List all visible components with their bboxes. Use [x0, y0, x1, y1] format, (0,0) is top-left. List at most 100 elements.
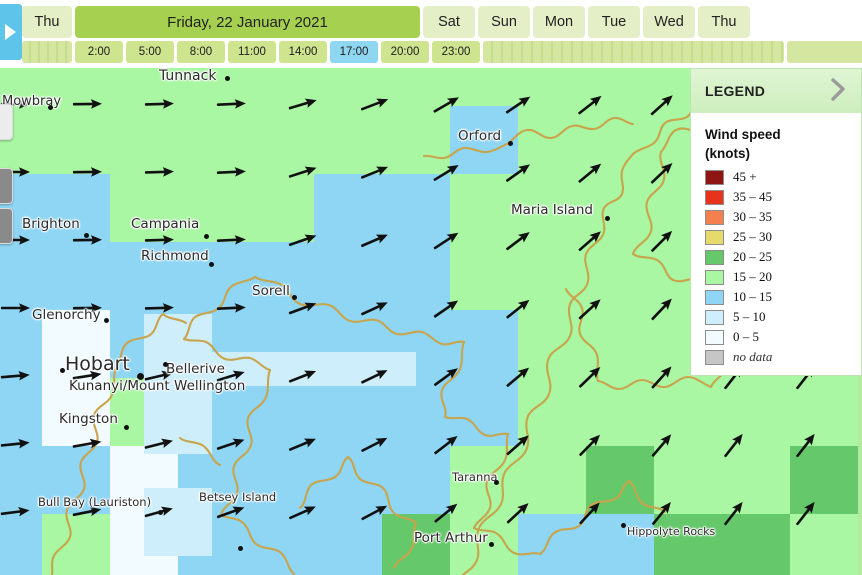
legend-label-4: 20 – 25 [733, 249, 772, 264]
place-dot [605, 216, 610, 221]
hour-ticks: 2:00 5:00 8:00 11:00 14:00 17:00 20:00 2… [22, 41, 862, 63]
legend-label-6: 10 – 15 [733, 289, 772, 304]
timeline-bar: Thu Friday, 22 January 2021 Sat Sun Mon … [0, 0, 862, 68]
chevron-right-icon[interactable] [825, 74, 851, 109]
grid-cell [586, 310, 654, 378]
legend-title: LEGEND [705, 83, 766, 99]
grid-cell [722, 514, 790, 575]
hour-tick-group-tail[interactable] [787, 41, 862, 63]
chevron-right-icon [1, 21, 19, 43]
place-dot [104, 318, 109, 323]
place-dot [209, 262, 214, 267]
legend-swatch-0 [705, 169, 724, 185]
grid-cell [450, 446, 518, 514]
grid-cell [314, 174, 382, 242]
grid-cell [246, 446, 314, 514]
legend-label-2: 30 – 35 [733, 209, 772, 224]
day-tab-selected[interactable]: Friday, 22 January 2021 [75, 6, 420, 38]
day-tab-thu-next[interactable]: Thu [698, 6, 750, 38]
grid-cell [246, 514, 314, 575]
day-tab-tue[interactable]: Tue [588, 6, 640, 38]
weather-map-page: Thu Friday, 22 January 2021 Sat Sun Mon … [0, 0, 862, 575]
grid-cell [382, 378, 450, 446]
grid-cell [450, 174, 518, 242]
grid-cell [42, 68, 110, 106]
legend-panel: LEGEND Wind speed (knots) 45 + 35 – 45 30 … [690, 68, 862, 376]
legend-item-4: 20 – 25 [705, 247, 861, 267]
grid-cell [586, 446, 654, 514]
grid-cell [518, 174, 586, 242]
grid-cell [0, 242, 42, 310]
map-control-button-3[interactable] [0, 208, 13, 244]
legend-swatch-8 [705, 329, 724, 345]
grid-cell [382, 174, 450, 242]
grid-cell [654, 514, 722, 575]
day-tab-mon[interactable]: Mon [533, 6, 585, 38]
grid-cell [246, 378, 314, 446]
grid-cell [0, 310, 42, 378]
day-tab-wed[interactable]: Wed [643, 6, 695, 38]
grid-cell [586, 106, 654, 174]
day-tabs: Thu Friday, 22 January 2021 Sat Sun Mon … [22, 6, 750, 38]
legend-swatch-2 [705, 209, 724, 225]
place-dot [137, 373, 144, 380]
legend-item-0: 45 + [705, 167, 861, 187]
grid-cell [450, 310, 518, 378]
grid-cell [586, 174, 654, 242]
previous-period-button[interactable] [0, 4, 22, 60]
day-tab-sat[interactable]: Sat [423, 6, 475, 38]
legend-subtitle-2: (knots) [705, 146, 750, 161]
grid-cell [144, 488, 212, 556]
grid-cell [42, 378, 110, 446]
hour-tick-group-prev[interactable] [22, 41, 72, 63]
grid-cell [450, 514, 518, 575]
hour-cell-0200[interactable]: 2:00 [75, 41, 123, 63]
hour-cell-1100[interactable]: 11:00 [228, 41, 276, 63]
place-dot [84, 233, 89, 238]
grid-cell [178, 174, 246, 242]
grid-cell [144, 314, 212, 454]
place-dot [238, 546, 243, 551]
legend-swatch-1 [705, 189, 724, 205]
grid-cell [586, 68, 654, 106]
grid-cell [178, 106, 246, 174]
grid-cell [0, 378, 42, 446]
grid-cell [42, 514, 110, 575]
grid-cell [518, 310, 586, 378]
day-tab-prev[interactable]: Thu [22, 6, 72, 38]
map-control-button-1[interactable] [0, 104, 13, 140]
grid-cell [382, 106, 450, 174]
hour-cell-1400[interactable]: 14:00 [279, 41, 327, 63]
hour-cell-0500[interactable]: 5:00 [126, 41, 174, 63]
grid-cell [42, 446, 110, 514]
legend-swatch-4 [705, 249, 724, 265]
place-dot [60, 368, 65, 373]
legend-swatch-7 [705, 309, 724, 325]
grid-cell [586, 514, 654, 575]
hour-cell-0800[interactable]: 8:00 [177, 41, 225, 63]
map-control-button-2[interactable] [0, 168, 13, 204]
hour-cell-1700-selected[interactable]: 17:00 [330, 41, 378, 63]
grid-cell [586, 242, 654, 310]
grid-cell [0, 514, 42, 575]
grid-cell [314, 378, 382, 446]
legend-header[interactable]: LEGEND [691, 69, 861, 113]
grid-cell [654, 446, 722, 514]
hour-tick-group-future[interactable] [483, 41, 784, 63]
grid-cell [722, 446, 790, 514]
grid-cell [42, 242, 110, 310]
legend-item-3: 25 – 30 [705, 227, 861, 247]
legend-body: Wind speed (knots) 45 + 35 – 45 30 – 35 25 … [691, 113, 861, 375]
hour-cell-2300[interactable]: 23:00 [432, 41, 480, 63]
grid-cell [450, 106, 518, 174]
legend-item-1: 35 – 45 [705, 187, 861, 207]
place-dot [225, 76, 230, 81]
grid-cell [110, 106, 178, 174]
grid-cell [0, 446, 42, 514]
grid-cell [382, 242, 450, 310]
grid-cell [586, 378, 654, 446]
hour-cell-2000[interactable]: 20:00 [381, 41, 429, 63]
grid-cell [212, 352, 348, 386]
grid-cell [382, 514, 450, 575]
day-tab-sun[interactable]: Sun [478, 6, 530, 38]
